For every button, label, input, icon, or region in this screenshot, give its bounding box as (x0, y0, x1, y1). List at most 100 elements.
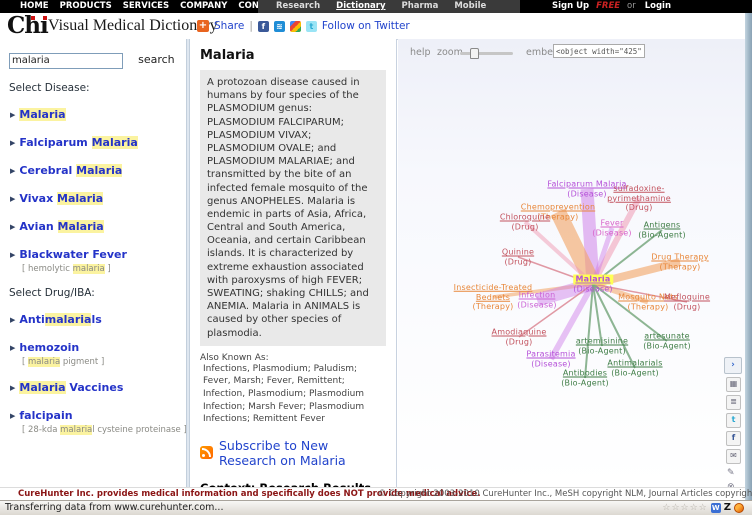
sidebar-item-blackwater-fever[interactable]: ▶ Blackwater Fever (10, 243, 186, 262)
signup-link[interactable]: Sign Up (552, 1, 589, 11)
nav-tab-research[interactable]: Research (276, 1, 320, 11)
also-known-as-text: Infections, Plasmodium; Paludism; Fever,… (203, 363, 365, 425)
separator: | (249, 20, 253, 32)
graph-node-drug-therapy[interactable]: Drug Therapy (Therapy) (651, 253, 708, 272)
logo-red-dot-icon (31, 16, 35, 20)
select-disease-header: Select Disease: (9, 81, 90, 94)
share-row: + Share | f ≋ t Follow on Twitter (197, 18, 410, 34)
drug-list: ▶ Antimalarials ▶ hemozoin[ malaria pigment… (0, 308, 187, 435)
extension-z-icon[interactable]: Z (724, 501, 731, 515)
email-icon[interactable]: ✉ (726, 449, 741, 464)
share-plus-icon[interactable]: + (197, 20, 209, 32)
arrow-bullet-icon: ▶ (10, 222, 16, 231)
pencil-icon[interactable]: ✎ (727, 468, 743, 478)
sidebar-subtext: [ hemolytic malaria ] (22, 263, 111, 274)
graph-node-infection[interactable]: Infection (Disease) (517, 291, 557, 310)
graph-node-amodiaquine[interactable]: Amodiaquine (Drug) (492, 328, 547, 347)
page-footer: CureHunter Inc. provides medical informa… (0, 487, 752, 501)
facebook-icon[interactable]: f (726, 431, 741, 446)
nav-item-products[interactable]: PRODUCTS (60, 1, 112, 11)
sidebar-item-falciparum-malaria[interactable]: ▶ Falciparum Malaria (10, 131, 186, 150)
curehunter-logo[interactable]: Chı (7, 13, 49, 38)
status-text: Transferring data from www.curehunter.co… (5, 502, 224, 513)
article-description: A protozoan disease caused in humans by … (200, 70, 386, 346)
select-drug-header: Select Drug/IBA: (9, 286, 95, 299)
disease-list: ▶ Malaria ▶ Falciparum Malaria ▶ Cerebral Mal… (0, 103, 186, 274)
list-icon[interactable]: ≣ (726, 395, 741, 410)
graph-node-quinine[interactable]: Quinine (Drug) (502, 248, 534, 267)
sidebar-item-malaria-vaccines[interactable]: ▶ Malaria Vaccines (10, 376, 186, 395)
follow-on-twitter-link[interactable]: Follow on Twitter (322, 20, 410, 32)
sidebar-link[interactable]: Cerebral Malaria (19, 163, 123, 177)
graph-node-antimalarials[interactable]: Antimalarials (Bio-Agent) (607, 359, 662, 378)
graph-side-toolbar: › ▦≣tf✉ ✎ ⊗ (724, 357, 743, 492)
graph-panel: help zoom embed Falciparum Malaria(Disea… (398, 39, 745, 492)
sidebar-item-vivax-malaria[interactable]: ▶ Vivax Malaria (10, 187, 186, 206)
picture-icon[interactable]: ▦ (726, 377, 741, 392)
arrow-bullet-icon: ▶ (10, 383, 16, 392)
expand-panel-button[interactable]: › (724, 357, 742, 374)
sidebar-link[interactable]: Malaria Vaccines (19, 380, 123, 394)
search-row: search (9, 48, 186, 69)
nav-center-group: Research Dictionary Pharma Mobile (258, 0, 521, 13)
status-icons: ☆☆☆☆☆ W Z (662, 501, 744, 515)
subscribe-link[interactable]: Subscribe to New Research on Malaria (219, 438, 386, 468)
graph-node-sulfadoxine-pyrimethamine[interactable]: sulfadoxine-pyrimethamine (Drug) (607, 184, 671, 213)
nav-item-home[interactable]: HOME (20, 1, 49, 11)
sidebar-item-antimalarials[interactable]: ▶ Antimalarials (10, 308, 186, 327)
twitter-bird-icon[interactable]: t (305, 20, 317, 32)
login-link[interactable]: Login (645, 1, 671, 11)
nav-tab-pharma[interactable]: Pharma (402, 1, 439, 11)
sidebar-link[interactable]: Blackwater Fever (19, 248, 127, 261)
firefox-icon[interactable] (734, 503, 744, 513)
sidebar-item-malaria[interactable]: ▶ Malaria (10, 103, 186, 122)
sidebar-item-avian-malaria[interactable]: ▶ Avian Malaria (10, 215, 186, 234)
nav-right-group: Sign Up FREE or Login (552, 0, 671, 13)
graph-node-parasitemia[interactable]: Parasitemia (Disease) (526, 350, 575, 369)
search-input[interactable] (9, 52, 123, 69)
sidebar: search Select Disease: ▶Malaria▶Falcipar… (0, 39, 187, 487)
search-button[interactable]: search (138, 53, 175, 66)
graph-node-mefloquine[interactable]: Mefloquine (Drug) (664, 293, 710, 312)
graph-node-antigens[interactable]: Antigens (Bio-Agent) (638, 221, 686, 240)
graph-node-fever[interactable]: Fever (Disease) (592, 219, 632, 238)
rss-icon[interactable] (200, 446, 213, 460)
sidebar-item-falcipain[interactable]: ▶ falcipain (10, 404, 186, 423)
arrow-bullet-icon: ▶ (10, 194, 16, 203)
top-nav: HOMEPRODUCTSSERVICESCOMPANYCONTACTFAQ Re… (0, 0, 752, 13)
sidebar-link[interactable]: Falciparum Malaria (19, 135, 138, 149)
facebook-icon[interactable]: f (257, 20, 269, 32)
graph-node-artemisinine[interactable]: artemisinine (Bio-Agent) (576, 337, 628, 356)
graph-node-artesunate[interactable]: artesunate (Bio-Agent) (643, 332, 691, 351)
page-title: Visual Medical Dictionary (48, 17, 218, 34)
graph-node-antibodies[interactable]: Antibodies (Bio-Agent) (561, 369, 609, 388)
arrow-bullet-icon: ▶ (10, 315, 16, 324)
site-header: Chı Visual Medical Dictionary + Share | … (0, 13, 745, 40)
free-badge: FREE (596, 1, 621, 11)
twitter-icon[interactable]: t (726, 413, 741, 428)
arrow-bullet-icon: ▶ (10, 110, 16, 119)
extension-icon[interactable]: W (710, 503, 721, 513)
nav-item-services[interactable]: SERVICES (123, 1, 169, 11)
sidebar-link[interactable]: hemozoin (19, 341, 79, 354)
arrow-bullet-icon: ▶ (10, 166, 16, 175)
sidebar-link[interactable]: Antimalarials (19, 312, 102, 326)
myspace-icon[interactable]: ≋ (273, 20, 285, 32)
sidebar-link[interactable]: Vivax Malaria (19, 191, 104, 205)
sidebar-item-hemozoin[interactable]: ▶ hemozoin (10, 336, 186, 355)
status-bar: Transferring data from www.curehunter.co… (0, 500, 752, 515)
sidebar-link[interactable]: falcipain (19, 409, 72, 422)
nav-tab-dictionary[interactable]: Dictionary (336, 1, 385, 11)
graph-node-malaria[interactable]: Malaria (Disease) (573, 274, 613, 294)
sidebar-link[interactable]: Avian Malaria (19, 219, 104, 233)
graph-node-chloroquine[interactable]: Chloroquine (Drug) (500, 213, 550, 232)
or-text: or (627, 1, 636, 11)
nav-item-company[interactable]: COMPANY (180, 1, 227, 11)
google-icon[interactable] (289, 20, 301, 32)
share-button[interactable]: Share (214, 20, 244, 32)
sidebar-subtext: [ malaria pigment ] (22, 356, 105, 367)
nav-tab-mobile[interactable]: Mobile (454, 1, 486, 11)
sidebar-link[interactable]: Malaria (19, 107, 66, 121)
rating-stars-icon[interactable]: ☆☆☆☆☆ (662, 501, 707, 515)
sidebar-item-cerebral-malaria[interactable]: ▶ Cerebral Malaria (10, 159, 186, 178)
